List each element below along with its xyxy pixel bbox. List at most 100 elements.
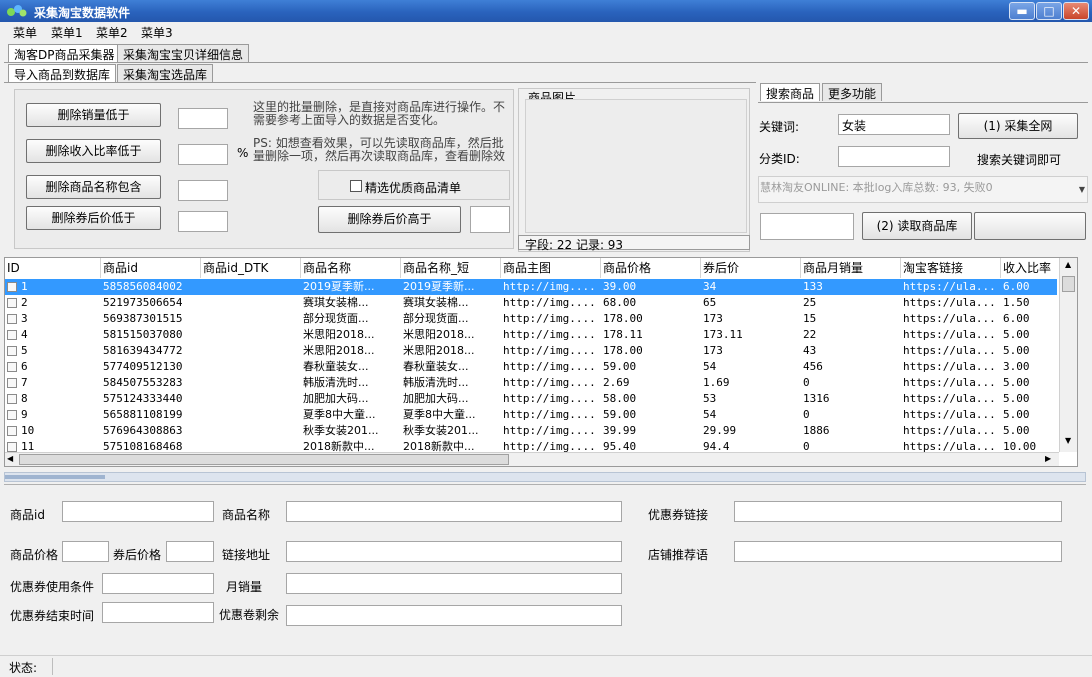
- table-row[interactable]: 4 581515037080 米思阳2018... 米思阳2018... http://…: [5, 327, 1057, 343]
- coupon-end-field[interactable]: [102, 602, 214, 623]
- table-cell: 5.00: [1003, 424, 1030, 437]
- read-db-button[interactable]: (2) 读取商品库: [862, 212, 972, 240]
- tab-dp-collector[interactable]: 淘客DP商品采集器: [8, 44, 121, 62]
- col-header-price[interactable]: 商品价格: [601, 258, 701, 278]
- row-checkbox[interactable]: [7, 282, 17, 292]
- row-checkbox[interactable]: [7, 378, 17, 388]
- table-cell: [201, 391, 301, 407]
- row-checkbox[interactable]: [7, 442, 17, 452]
- row-checkbox[interactable]: [7, 410, 17, 420]
- status-label: 状态:: [9, 661, 38, 675]
- col-header-id[interactable]: ID: [5, 258, 101, 278]
- minimize-button[interactable]: ▬: [1009, 2, 1035, 20]
- table-row[interactable]: 9 565881108199 夏季8中大童... 夏季8中大童... http://im…: [5, 407, 1057, 423]
- horizontal-scroll-thumb[interactable]: [19, 454, 509, 465]
- col-header-monthly-sales[interactable]: 商品月销量: [801, 258, 901, 278]
- table-cell: http://img....: [503, 280, 596, 293]
- table-cell: 10: [21, 424, 35, 437]
- delete-after-price-above-button[interactable]: 删除券后价高于: [318, 206, 461, 233]
- log-scroll-down-icon[interactable]: ▼: [1079, 185, 1085, 194]
- after-price-field[interactable]: [166, 541, 214, 562]
- row-checkbox[interactable]: [7, 330, 17, 340]
- scroll-left-icon[interactable]: ◀: [7, 454, 13, 463]
- row-checkbox[interactable]: [7, 346, 17, 356]
- table-row[interactable]: 1 585856084002 2019夏季新... 2019夏季新... http://…: [5, 279, 1057, 295]
- table-cell: https://ula...: [903, 344, 996, 357]
- col-header-item-id[interactable]: 商品id: [101, 258, 201, 278]
- col-header-after-price[interactable]: 券后价: [701, 258, 801, 278]
- collect-all-button[interactable]: (1) 采集全网: [958, 113, 1078, 139]
- coupon-link-field[interactable]: [734, 501, 1062, 522]
- item-name-field[interactable]: [286, 501, 622, 522]
- after-price-below-input[interactable]: [178, 211, 228, 232]
- scroll-right-icon[interactable]: ▶: [1045, 454, 1051, 463]
- price-field[interactable]: [62, 541, 109, 562]
- table-row[interactable]: 2 521973506654 赛琪女装棉... 赛琪女装棉... http://img.…: [5, 295, 1057, 311]
- item-id-field[interactable]: [62, 501, 214, 522]
- delete-name-contains-button[interactable]: 删除商品名称包含: [26, 175, 161, 199]
- row-checkbox[interactable]: [7, 394, 17, 404]
- quality-checkbox[interactable]: [350, 180, 362, 192]
- vertical-scrollbar[interactable]: ▲ ▼: [1059, 258, 1077, 452]
- table-cell: http://img....: [503, 344, 596, 357]
- table-cell: 11: [21, 440, 35, 453]
- delete-sales-below-button[interactable]: 删除销量低于: [26, 103, 161, 127]
- table-cell: https://ula...: [903, 280, 996, 293]
- table-cell: 韩版清洗时...: [403, 376, 469, 389]
- after-price-above-input[interactable]: [470, 206, 510, 233]
- table-row[interactable]: 7 584507553283 韩版清洗时... 韩版清洗时... http://img.…: [5, 375, 1057, 391]
- col-header-tbk-link[interactable]: 淘宝客链接: [901, 258, 1001, 278]
- horizontal-scrollbar[interactable]: ◀ ▶: [5, 452, 1059, 466]
- tab-more-functions[interactable]: 更多功能: [822, 83, 883, 101]
- read-db-input[interactable]: [760, 213, 854, 240]
- shop-slogan-field[interactable]: [734, 541, 1062, 562]
- col-header-short-name[interactable]: 商品名称_短: [401, 258, 501, 278]
- col-header-income-rate[interactable]: 收入比率: [1001, 258, 1057, 278]
- row-checkbox[interactable]: [7, 314, 17, 324]
- monthly-sales-field[interactable]: [286, 573, 622, 594]
- table-row[interactable]: 8 575124333440 加肥加大码... 加肥加大码... http://img.…: [5, 391, 1057, 407]
- sales-threshold-input[interactable]: [178, 108, 228, 129]
- income-threshold-input[interactable]: [178, 144, 228, 165]
- quality-checkbox-label: 精选优质商品清单: [365, 181, 462, 195]
- delete-income-below-button[interactable]: 删除收入比率低于: [26, 139, 161, 163]
- tab-import-db[interactable]: 导入商品到数据库: [8, 64, 117, 82]
- panel-splitter[interactable]: [4, 472, 1086, 482]
- row-checkbox[interactable]: [7, 298, 17, 308]
- table-row[interactable]: 11 575108168468 2018新款中... 2018新款中... http:/…: [5, 439, 1057, 453]
- link-field[interactable]: [286, 541, 622, 562]
- table-cell: 2018新款中...: [403, 440, 475, 453]
- table-cell: 22: [803, 328, 817, 341]
- table-row[interactable]: 3 569387301515 部分现货面... 部分现货面... http://img.…: [5, 311, 1057, 327]
- scroll-up-icon[interactable]: ▲: [1065, 260, 1071, 269]
- tab-selection-lib[interactable]: 采集淘宝选品库: [117, 64, 214, 82]
- maximize-button[interactable]: □: [1036, 2, 1062, 20]
- scroll-down-icon[interactable]: ▼: [1065, 436, 1071, 445]
- blank-button[interactable]: [974, 212, 1086, 240]
- col-header-name[interactable]: 商品名称: [301, 258, 401, 278]
- category-id-input[interactable]: [838, 146, 950, 167]
- table-row[interactable]: 5 581639434772 米思阳2018... 米思阳2018... http://…: [5, 343, 1057, 359]
- menu-item-2[interactable]: 菜单2: [96, 24, 128, 41]
- menu-item-1[interactable]: 菜单1: [51, 24, 83, 41]
- menu-item-3[interactable]: 菜单3: [141, 24, 173, 41]
- keyword-input[interactable]: 女装: [838, 114, 950, 135]
- name-contains-input[interactable]: [178, 180, 228, 201]
- keyword-label: 关键词:: [759, 120, 800, 134]
- table-row[interactable]: 6 577409512130 春秋童装女... 春秋童装女... http://img.…: [5, 359, 1057, 375]
- close-button[interactable]: ✕: [1063, 2, 1089, 20]
- row-checkbox[interactable]: [7, 426, 17, 436]
- coupon-condition-field[interactable]: [102, 573, 214, 594]
- table-cell: http://img....: [503, 376, 596, 389]
- col-header-item-id-dtk[interactable]: 商品id_DTK: [201, 258, 301, 278]
- category-id-label: 分类ID:: [759, 152, 800, 166]
- tab-search-product[interactable]: 搜索商品: [760, 83, 821, 101]
- row-checkbox[interactable]: [7, 362, 17, 372]
- coupon-left-field[interactable]: [286, 605, 622, 626]
- vertical-scroll-thumb[interactable]: [1062, 276, 1075, 292]
- table-row[interactable]: 10 576964308863 秋季女装201... 秋季女装201... http:/…: [5, 423, 1057, 439]
- tab-item-detail[interactable]: 采集淘宝宝贝详细信息: [117, 44, 250, 62]
- menu-item-0[interactable]: 菜单: [13, 24, 37, 41]
- col-header-main-image[interactable]: 商品主图: [501, 258, 601, 278]
- delete-after-price-below-button[interactable]: 删除券后价低于: [26, 206, 161, 230]
